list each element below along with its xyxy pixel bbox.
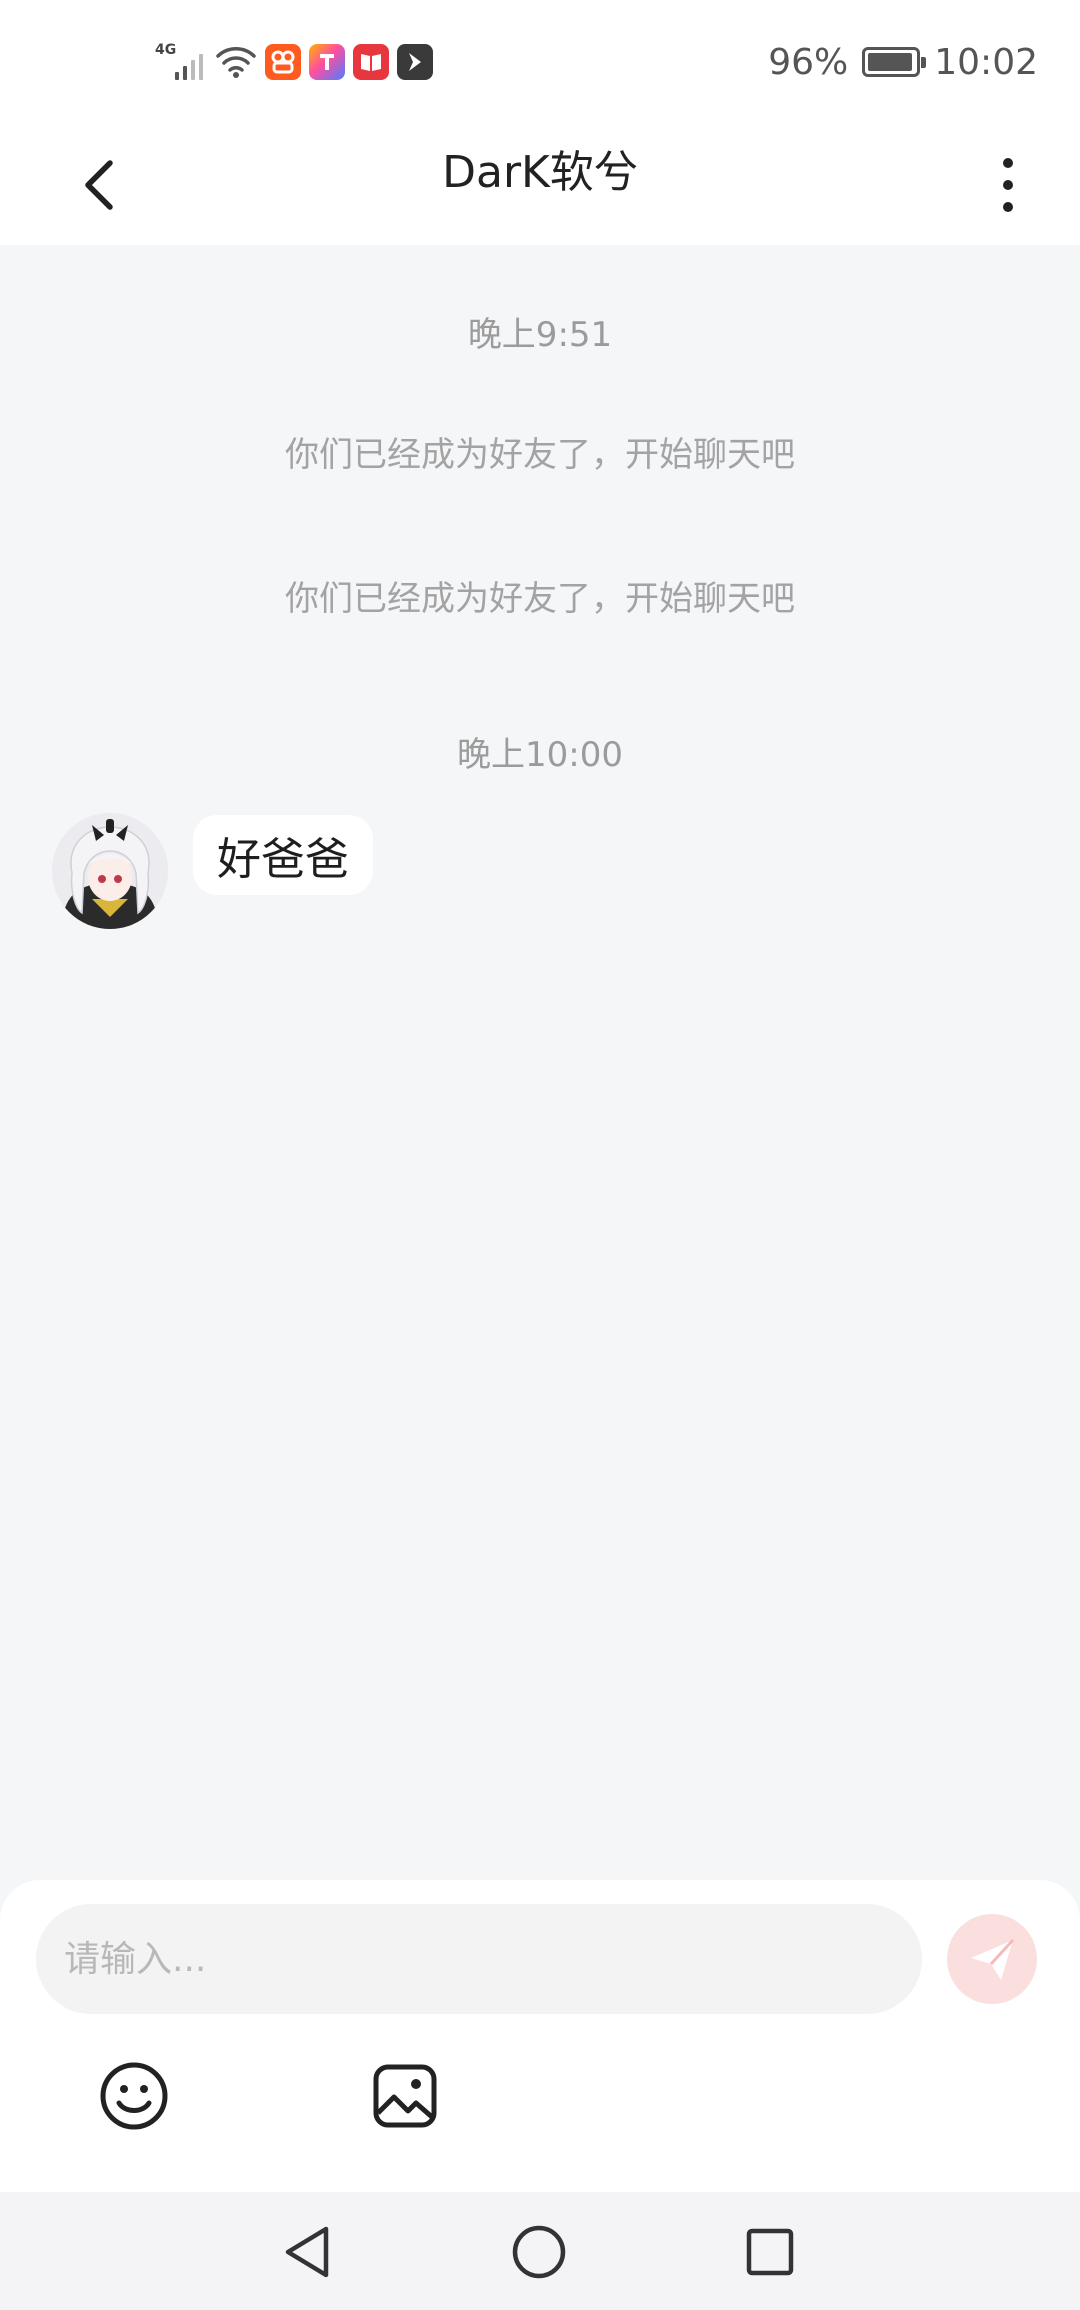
more-options-button[interactable] bbox=[976, 147, 1040, 223]
more-vertical-icon bbox=[1003, 158, 1013, 212]
image-icon bbox=[373, 2064, 437, 2128]
emoji-button[interactable] bbox=[96, 2058, 172, 2134]
avatar[interactable] bbox=[52, 813, 168, 929]
dark-arrow-app-icon bbox=[397, 44, 433, 80]
chat-header: DarK软兮 bbox=[0, 125, 1080, 245]
back-button[interactable] bbox=[60, 147, 136, 223]
gradient-app-icon bbox=[309, 44, 345, 80]
battery-percent: 96% bbox=[768, 41, 849, 83]
signal-icon: 4G bbox=[155, 42, 207, 82]
paper-plane-icon bbox=[971, 1938, 1015, 1980]
system-navigation-bar bbox=[0, 2192, 1080, 2310]
system-recents-button[interactable] bbox=[740, 2222, 800, 2282]
system-message: 你们已经成为好友了，开始聊天吧 bbox=[285, 579, 795, 619]
home-circle-icon bbox=[512, 2225, 566, 2279]
system-back-button[interactable] bbox=[278, 2222, 338, 2282]
status-bar: 4G 96% 10:02 bbox=[0, 0, 1080, 125]
orange-app-icon bbox=[265, 44, 301, 80]
red-book-app-icon bbox=[353, 44, 389, 80]
timestamp: 晚上10:00 bbox=[457, 735, 623, 775]
chat-message-list[interactable]: 晚上9:51 你们已经成为好友了，开始聊天吧 你们已经成为好友了，开始聊天吧 晚… bbox=[0, 245, 1080, 1880]
message-text: 好爸爸 bbox=[217, 834, 349, 885]
timestamp: 晚上9:51 bbox=[467, 315, 613, 355]
recents-square-icon bbox=[746, 2228, 794, 2276]
battery-icon bbox=[862, 47, 927, 77]
message-input[interactable] bbox=[36, 1904, 922, 2014]
back-triangle-icon bbox=[285, 2226, 329, 2278]
status-icons-left: 4G bbox=[155, 38, 433, 86]
emoji-icon bbox=[100, 2062, 168, 2130]
system-message: 你们已经成为好友了，开始聊天吧 bbox=[285, 435, 795, 475]
chat-title: DarK软兮 bbox=[442, 147, 638, 198]
chevron-left-icon bbox=[85, 160, 113, 210]
clock: 10:02 bbox=[934, 41, 1038, 83]
send-button[interactable] bbox=[947, 1914, 1037, 2004]
wifi-icon bbox=[216, 47, 256, 78]
network-type: 4G bbox=[155, 42, 177, 58]
battery-level bbox=[868, 53, 913, 71]
composer bbox=[0, 1880, 1080, 2192]
message-bubble[interactable]: 好爸爸 bbox=[193, 815, 373, 895]
status-icons-right: 96% 10:02 bbox=[768, 38, 1038, 86]
system-home-button[interactable] bbox=[509, 2222, 569, 2282]
image-button[interactable] bbox=[367, 2058, 443, 2134]
